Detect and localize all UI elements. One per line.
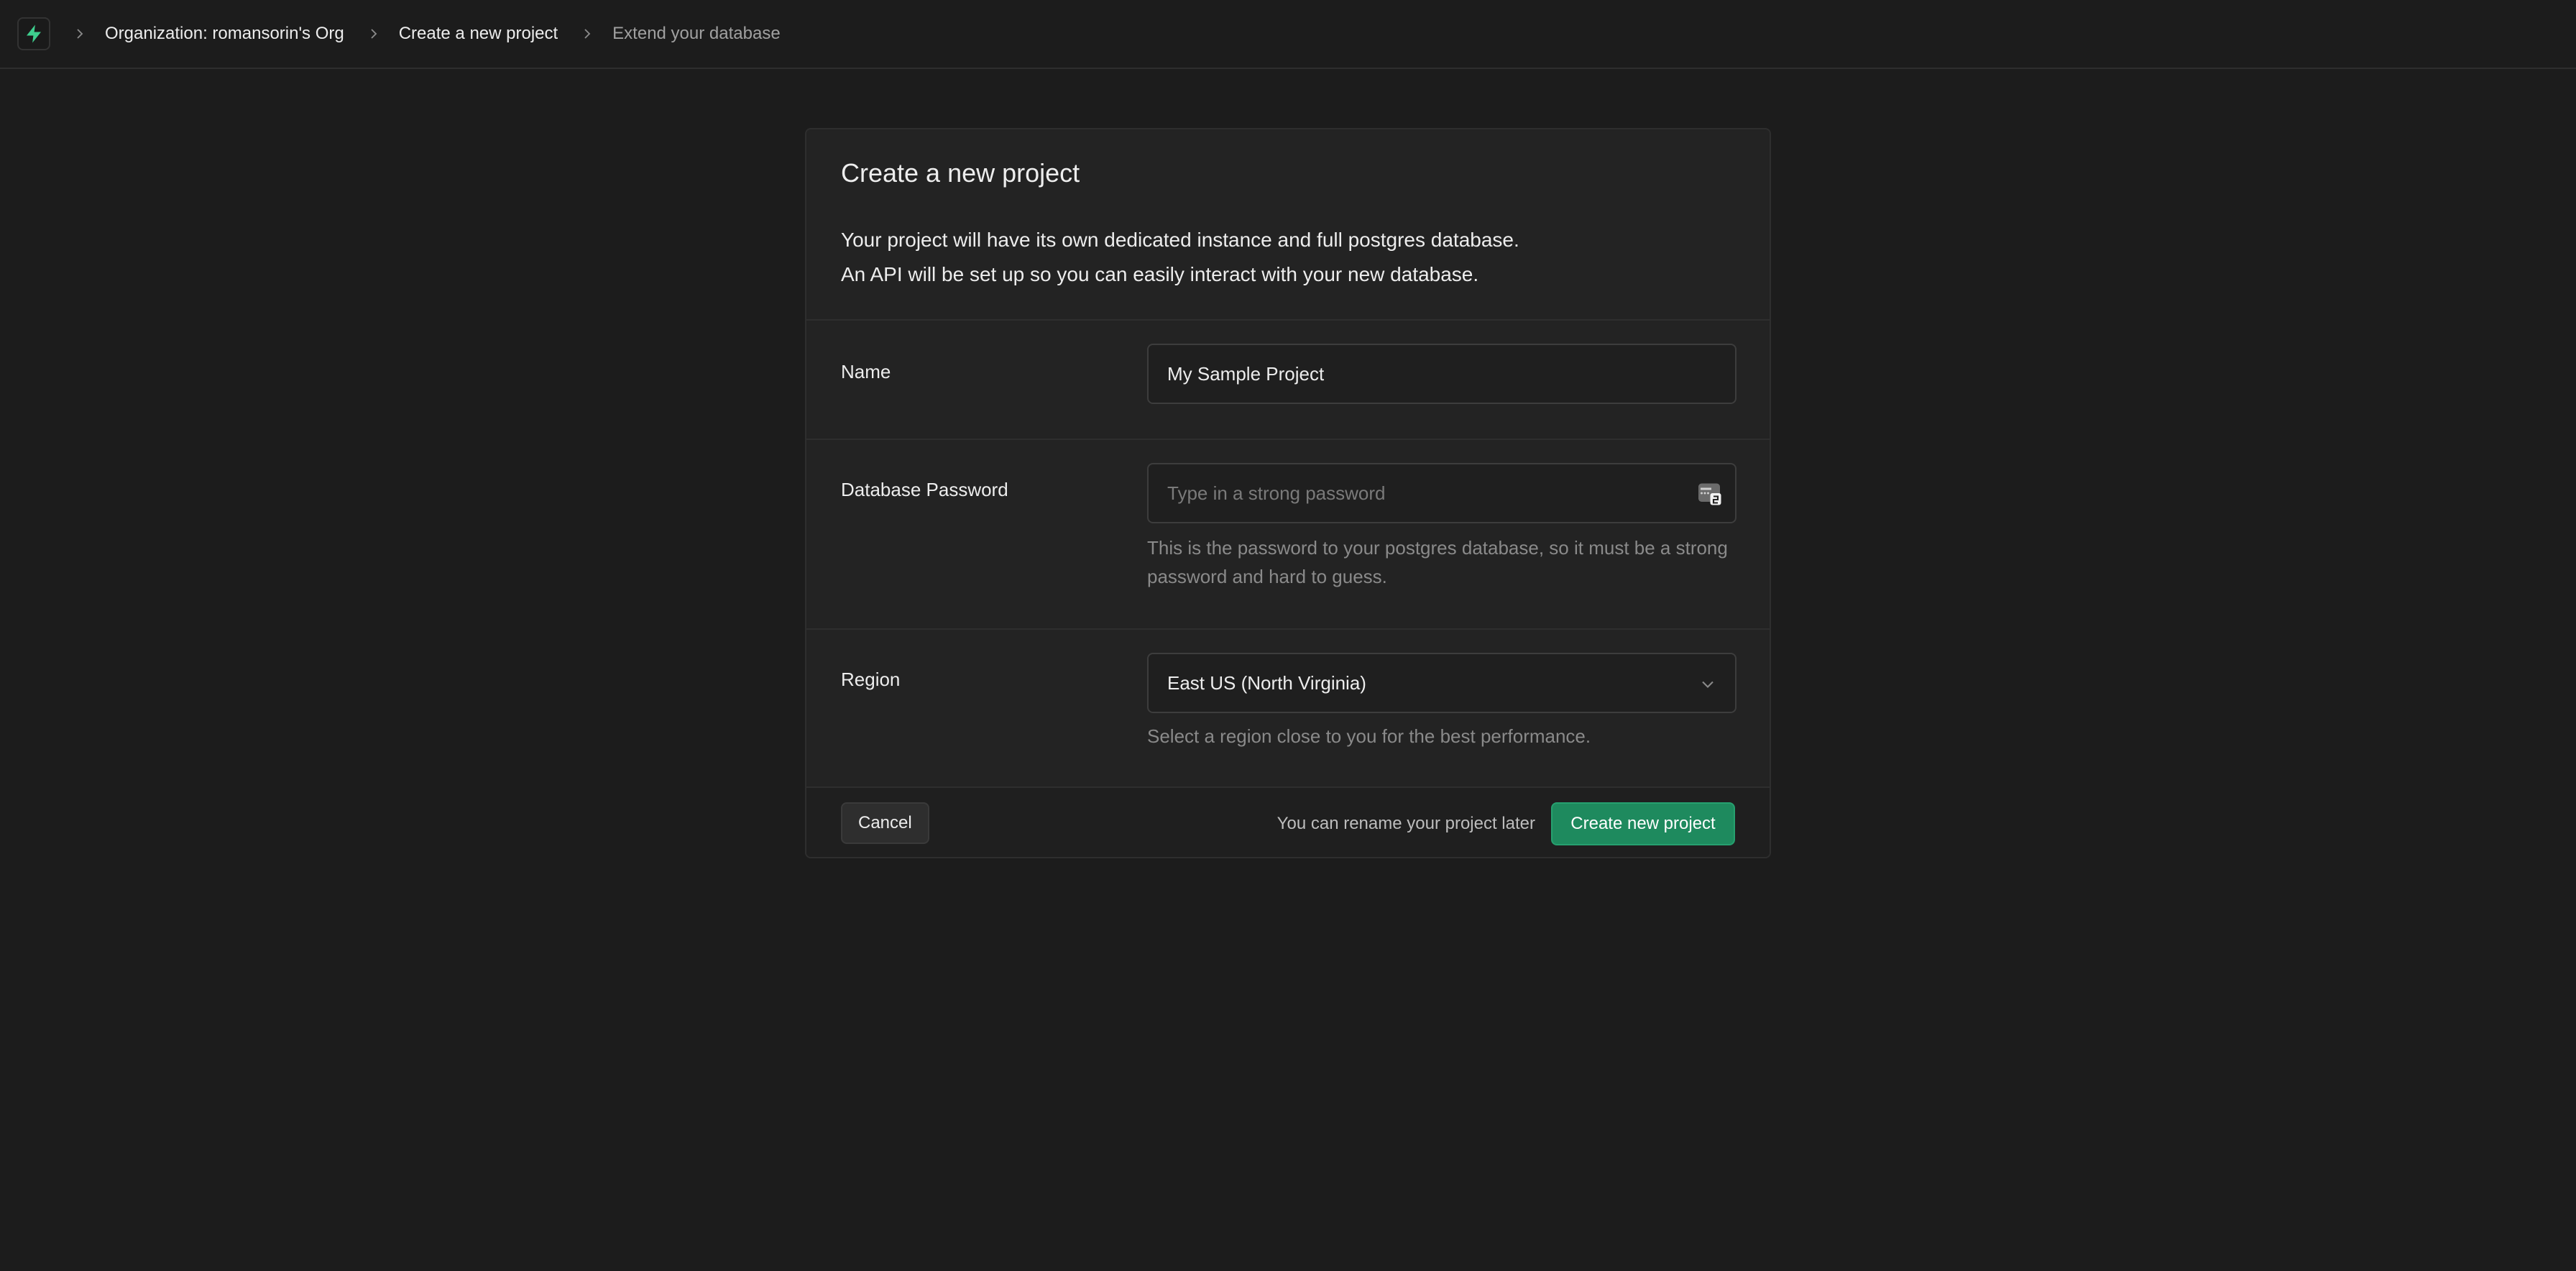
chevron-right-icon xyxy=(73,27,86,40)
name-row: Name xyxy=(806,321,1770,440)
breadcrumb-organization[interactable]: Organization: romansorin's Org xyxy=(105,24,344,44)
description-line: Your project will have its own dedicated… xyxy=(841,229,1519,251)
supabase-bolt-icon xyxy=(27,24,41,43)
chevron-right-icon xyxy=(581,27,594,40)
breadcrumb-extend-database[interactable]: Extend your database xyxy=(612,24,781,44)
top-bar: Organization: romansorin's Org Create a … xyxy=(0,0,2576,69)
breadcrumb-create-project[interactable]: Create a new project xyxy=(399,24,558,44)
name-label: Name xyxy=(841,361,891,382)
create-project-card: Create a new project Your project will h… xyxy=(805,128,1771,858)
card-footer: Cancel You can rename your project later… xyxy=(806,788,1770,857)
password-key-icon[interactable] xyxy=(1696,480,1722,506)
password-label: Database Password xyxy=(841,479,1008,500)
password-row: Database Password This is the password t… xyxy=(806,440,1770,630)
region-row: Region East US (North Virginia) Select a… xyxy=(806,630,1770,788)
region-label: Region xyxy=(841,669,901,690)
card-header: Create a new project Your project will h… xyxy=(806,129,1770,321)
cancel-button[interactable]: Cancel xyxy=(841,802,929,844)
chevron-right-icon xyxy=(367,27,380,40)
region-helper-text: Select a region close to you for the bes… xyxy=(1147,725,1591,747)
name-field[interactable] xyxy=(1147,344,1736,404)
description-line: An API will be set up so you can easily … xyxy=(841,263,1479,285)
password-helper-text: This is the password to your postgres da… xyxy=(1147,537,1728,587)
region-selected-value: East US (North Virginia) xyxy=(1167,671,1366,694)
create-project-button[interactable]: Create new project xyxy=(1551,802,1735,845)
page-title: Create a new project xyxy=(841,158,1080,188)
password-field[interactable] xyxy=(1147,463,1736,523)
rename-note: You can rename your project later xyxy=(1276,814,1535,833)
password-input[interactable] xyxy=(1167,482,1716,505)
home-logo-button[interactable] xyxy=(17,17,50,50)
name-input[interactable] xyxy=(1167,362,1716,385)
card-description: Your project will have its own dedicated… xyxy=(841,223,1519,292)
chevron-down-icon xyxy=(1702,681,1714,688)
region-select[interactable]: East US (North Virginia) xyxy=(1147,653,1736,713)
